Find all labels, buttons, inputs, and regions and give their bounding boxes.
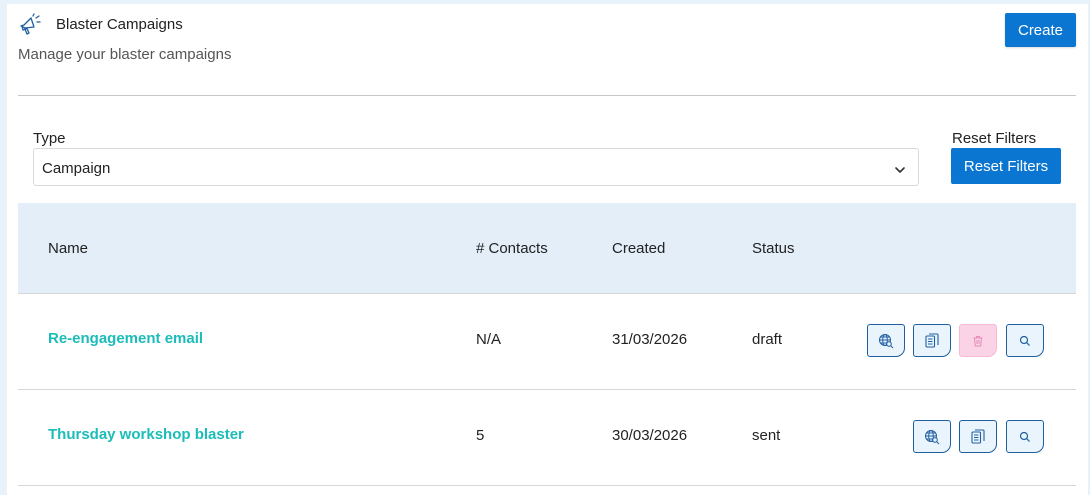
table-header: Name # Contacts Created Status bbox=[18, 203, 1076, 294]
type-select[interactable]: Campaign bbox=[33, 148, 919, 186]
column-header-created: Created bbox=[612, 240, 666, 257]
page-title: Blaster Campaigns bbox=[56, 16, 183, 33]
contacts-cell: 5 bbox=[476, 427, 485, 444]
duplicate-button[interactable] bbox=[913, 324, 951, 357]
chevron-down-icon bbox=[894, 162, 906, 173]
type-select-value: Campaign bbox=[42, 160, 111, 177]
reset-filters-label: Reset Filters bbox=[952, 130, 1037, 147]
duplicate-button[interactable] bbox=[959, 420, 997, 453]
create-button[interactable]: Create bbox=[1005, 13, 1076, 47]
table-row: Thursday workshop blaster 5 30/03/2026 s… bbox=[18, 390, 1076, 486]
status-cell: sent bbox=[752, 427, 781, 444]
delete-button[interactable] bbox=[959, 324, 997, 357]
view-button[interactable] bbox=[1006, 324, 1044, 357]
created-cell: 31/03/2026 bbox=[612, 331, 688, 348]
page-subtitle: Manage your blaster campaigns bbox=[18, 46, 232, 63]
table-row: Re-engagement email N/A 31/03/2026 draft bbox=[18, 294, 1076, 390]
status-cell: draft bbox=[752, 331, 783, 348]
created-cell: 30/03/2026 bbox=[612, 427, 688, 444]
contacts-cell: N/A bbox=[476, 331, 502, 348]
column-header-name: Name bbox=[48, 240, 89, 257]
preview-button[interactable] bbox=[913, 420, 951, 453]
reset-filters-button[interactable]: Reset Filters bbox=[951, 148, 1061, 184]
megaphone-icon bbox=[17, 11, 43, 37]
campaigns-table: Name # Contacts Created Status Re-engage… bbox=[18, 203, 1076, 486]
campaign-name-link[interactable]: Thursday workshop blaster bbox=[48, 426, 244, 443]
header-divider bbox=[18, 95, 1076, 96]
type-label: Type bbox=[33, 130, 66, 147]
campaign-name-link[interactable]: Re-engagement email bbox=[48, 330, 203, 347]
column-header-contacts: # Contacts bbox=[476, 240, 548, 257]
view-button[interactable] bbox=[1006, 420, 1044, 453]
column-header-status: Status bbox=[752, 240, 795, 257]
preview-button[interactable] bbox=[867, 324, 905, 357]
campaigns-panel: Blaster Campaigns Manage your blaster ca… bbox=[6, 4, 1088, 495]
